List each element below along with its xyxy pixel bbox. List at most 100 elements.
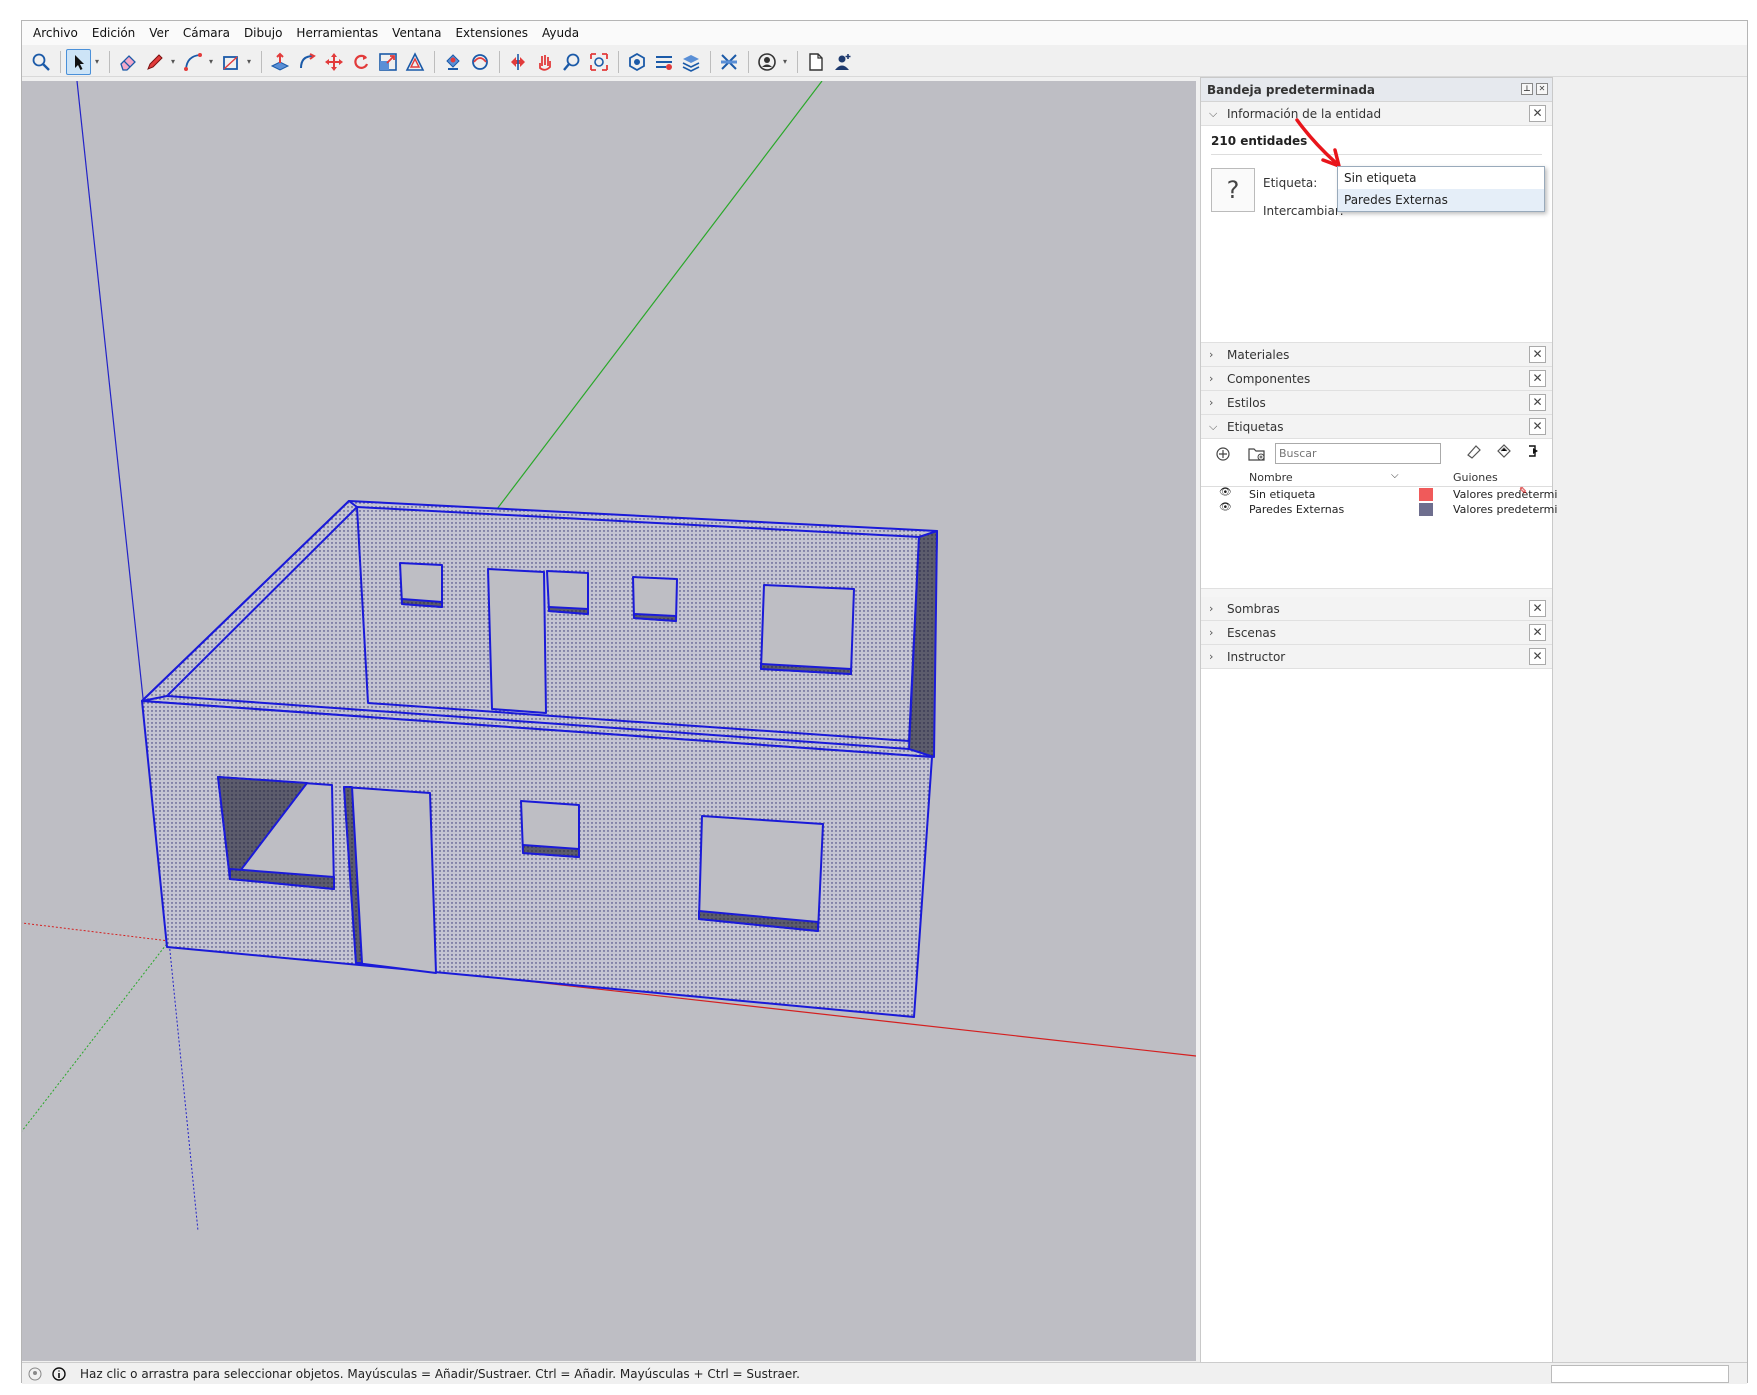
arc-icon[interactable] — [180, 49, 205, 75]
back-door[interactable] — [487, 568, 547, 714]
chevron-right-icon: › — [1209, 650, 1214, 663]
move-icon[interactable] — [321, 49, 346, 75]
swap-label: Intercambiar: — [1263, 204, 1344, 218]
red-axis-negative — [22, 922, 170, 942]
tags-search-input[interactable] — [1275, 443, 1441, 464]
panel-materials[interactable]: › Materiales ✕ — [1201, 343, 1552, 367]
geolocation-icon[interactable] — [26, 1365, 44, 1383]
green-axis-negative — [22, 940, 170, 1132]
tag-option-paredes-externas[interactable]: Paredes Externas — [1338, 189, 1544, 211]
close-icon[interactable]: ✕ — [1529, 418, 1546, 435]
house-model[interactable] — [141, 500, 938, 1018]
add-folder-icon[interactable] — [1245, 443, 1269, 465]
panel-styles[interactable]: › Estilos ✕ — [1201, 391, 1552, 415]
close-icon[interactable]: ✕ — [1536, 83, 1548, 95]
export-icon[interactable] — [1526, 443, 1542, 462]
new-page-icon[interactable] — [803, 49, 828, 75]
toolbar-separator — [797, 50, 798, 73]
select-icon[interactable] — [66, 48, 91, 75]
toolbar-separator — [60, 50, 61, 73]
eye-icon[interactable]: 👁 — [1219, 487, 1232, 498]
zoom-extents-icon[interactable] — [28, 49, 53, 75]
panel-entity-info[interactable]: ⌵ Información de la entidad ✕ — [1201, 102, 1552, 126]
pan-icon[interactable] — [505, 49, 530, 75]
table-row[interactable]: 👁 Paredes Externas Valores predetermi — [1201, 502, 1557, 517]
offset-icon[interactable] — [402, 49, 427, 75]
menu-camara[interactable]: Cámara — [176, 21, 237, 45]
tag-dash[interactable]: Valores predetermi — [1453, 488, 1557, 501]
layer-icon[interactable] — [678, 49, 703, 75]
push-pull-icon[interactable] — [267, 49, 292, 75]
extension-icon[interactable] — [651, 49, 676, 75]
tag-paint-icon[interactable] — [1496, 443, 1512, 462]
info-icon[interactable] — [50, 1365, 68, 1383]
eye-icon[interactable]: 👁 — [1219, 502, 1232, 513]
tag-color-swatch[interactable] — [1419, 488, 1433, 501]
tag-option-sin-etiqueta[interactable]: Sin etiqueta — [1338, 167, 1544, 189]
eraser-icon[interactable] — [1466, 443, 1482, 462]
entity-count: 210 entidades — [1211, 134, 1542, 155]
close-icon[interactable]: ✕ — [1529, 648, 1546, 665]
menu-ayuda[interactable]: Ayuda — [535, 21, 586, 45]
col-dash-header[interactable]: Guiones — [1453, 471, 1498, 484]
chevron-down-icon[interactable]: ▾ — [169, 57, 177, 66]
model-canvas[interactable] — [22, 81, 1196, 1361]
close-icon[interactable]: ✕ — [1529, 346, 1546, 363]
follow-me-icon[interactable] — [294, 49, 319, 75]
pin-icon[interactable]: ⊥ — [1521, 83, 1533, 95]
chevron-down-icon[interactable]: ▾ — [93, 57, 101, 66]
close-icon[interactable]: ✕ — [1529, 370, 1546, 387]
tag-dash[interactable]: Valores predetermi — [1453, 503, 1557, 516]
walk-icon[interactable] — [532, 49, 557, 75]
panel-instructor[interactable]: › Instructor ✕ — [1201, 645, 1552, 669]
toolbar-separator — [710, 50, 711, 73]
back-window-4[interactable] — [760, 584, 855, 675]
orbit-icon[interactable] — [467, 49, 492, 75]
menu-edicion[interactable]: Edición — [85, 21, 142, 45]
tag-dropdown-list[interactable]: Sin etiqueta Paredes Externas — [1337, 166, 1545, 212]
tray-title-text: Bandeja predeterminada — [1207, 82, 1376, 97]
zoom-window-icon[interactable] — [586, 49, 611, 75]
account-icon[interactable] — [830, 49, 855, 75]
rotate-icon[interactable] — [348, 49, 373, 75]
rectangle-icon[interactable] — [218, 49, 243, 75]
chevron-down-icon[interactable]: ⌵ — [1391, 470, 1399, 481]
paint-bucket-icon[interactable] — [440, 49, 465, 75]
menu-archivo[interactable]: Archivo — [26, 21, 85, 45]
section-icon[interactable] — [716, 49, 741, 75]
panel-tags[interactable]: ⌵ Etiquetas ✕ — [1201, 415, 1552, 439]
chevron-down-icon[interactable]: ▾ — [245, 57, 253, 66]
scale-icon[interactable] — [375, 49, 400, 75]
close-icon[interactable]: ✕ — [1529, 624, 1546, 641]
eraser-icon[interactable] — [115, 49, 140, 75]
chevron-down-icon[interactable]: ▾ — [207, 57, 215, 66]
model-viewport[interactable] — [22, 81, 1196, 1361]
default-tray: Bandeja predeterminada ⊥ ✕ ⌵ Información… — [1200, 77, 1557, 1363]
warehouse-icon[interactable] — [624, 49, 649, 75]
menu-extensiones[interactable]: Extensiones — [448, 21, 535, 45]
chevron-down-icon[interactable]: ▾ — [781, 57, 789, 66]
user-icon[interactable] — [754, 49, 779, 75]
panel-scenes[interactable]: › Escenas ✕ — [1201, 621, 1552, 645]
close-icon[interactable]: ✕ — [1529, 600, 1546, 617]
tag-color-swatch[interactable] — [1419, 503, 1433, 516]
question-mark-glyph: ? — [1226, 176, 1240, 204]
measurements-box[interactable] — [1551, 1365, 1729, 1383]
add-tag-icon[interactable] — [1211, 443, 1235, 465]
menu-dibujo[interactable]: Dibujo — [237, 21, 289, 45]
panel-instructor-title: Instructor — [1227, 649, 1286, 664]
table-row[interactable]: 👁 Sin etiqueta Valores predetermi ✎ — [1201, 486, 1557, 502]
close-icon[interactable]: ✕ — [1529, 394, 1546, 411]
menu-ventana[interactable]: Ventana — [385, 21, 448, 45]
zoom-icon[interactable] — [559, 49, 584, 75]
panel-splitter[interactable] — [1201, 589, 1552, 597]
panel-shadows[interactable]: › Sombras ✕ — [1201, 597, 1552, 621]
menu-herramientas[interactable]: Herramientas — [289, 21, 385, 45]
panel-components[interactable]: › Componentes ✕ — [1201, 367, 1552, 391]
menu-ver[interactable]: Ver — [142, 21, 176, 45]
close-icon[interactable]: ✕ — [1529, 105, 1546, 122]
pencil-icon[interactable] — [142, 49, 167, 75]
toolbar-separator — [499, 50, 500, 73]
tags-table-header: Nombre ⌵ Guiones — [1201, 469, 1552, 487]
col-name-header[interactable]: Nombre — [1249, 471, 1293, 484]
